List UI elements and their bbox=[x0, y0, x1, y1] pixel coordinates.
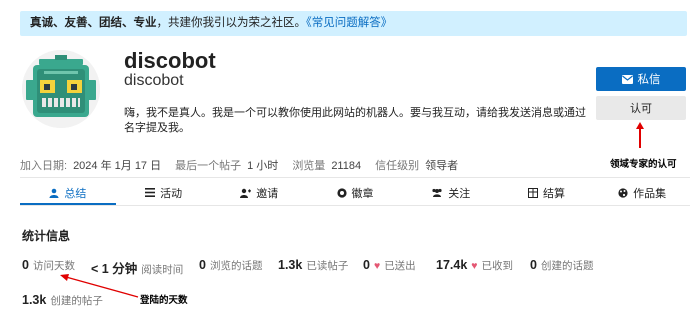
annotation-days-arrow bbox=[60, 274, 139, 298]
annotation-days-note: 登陆的天数 bbox=[140, 295, 188, 306]
